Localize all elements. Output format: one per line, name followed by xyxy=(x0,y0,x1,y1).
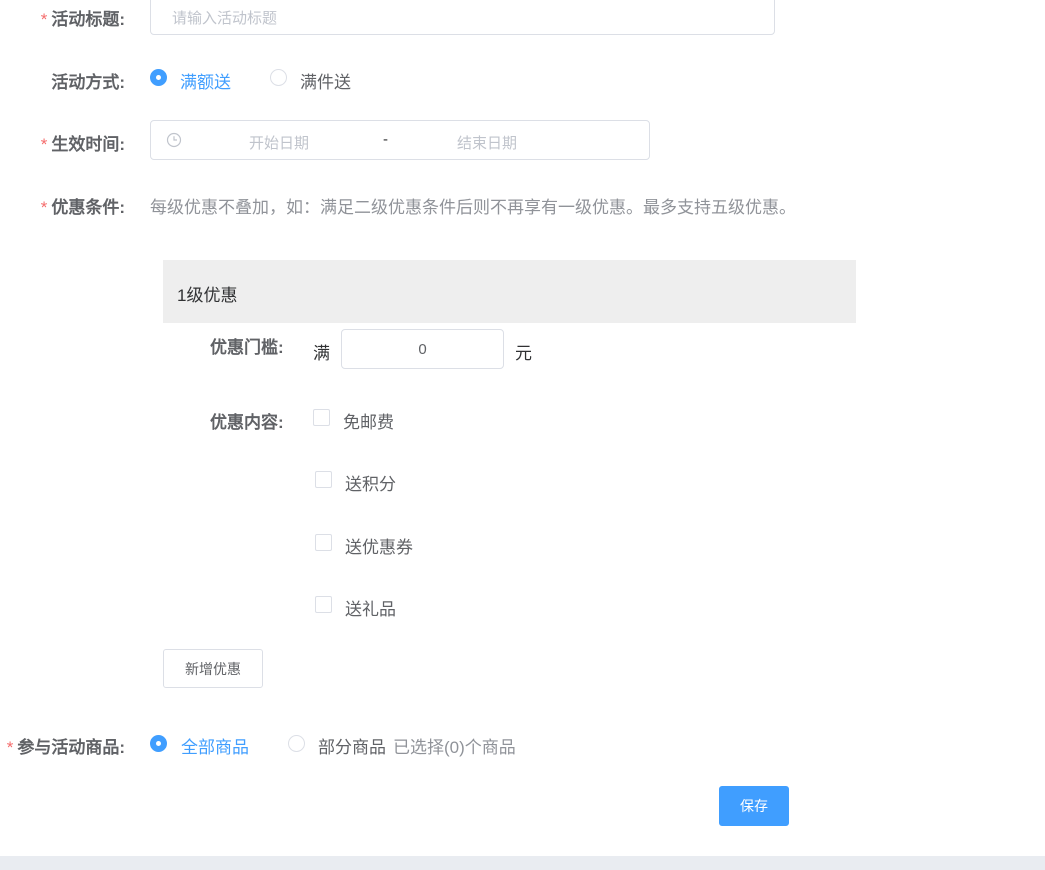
method-radio-full-count[interactable] xyxy=(270,69,287,86)
send-gift-checkbox[interactable] xyxy=(315,596,332,613)
method-label: 活动方式: xyxy=(51,73,125,92)
method-radio-full-amount[interactable] xyxy=(150,69,167,86)
add-tier-button[interactable]: 新增优惠 xyxy=(163,649,263,688)
products-radio-all[interactable] xyxy=(150,735,167,752)
threshold-suffix: 元 xyxy=(515,344,532,363)
title-label: * 活动标题: xyxy=(40,10,125,29)
selected-products-count[interactable]: 已选择(0)个商品 xyxy=(393,733,516,758)
send-coupon-label[interactable]: 送优惠券 xyxy=(345,533,413,558)
required-mark: * xyxy=(40,198,48,217)
products-option-all[interactable]: 全部商品 xyxy=(181,733,249,758)
effective-time-label: * 生效时间: xyxy=(40,135,125,154)
title-placeholder: 请输入活动标题 xyxy=(172,10,278,27)
method-option-full-count[interactable]: 满件送 xyxy=(300,68,351,93)
clock-icon xyxy=(166,132,182,148)
products-option-partial[interactable]: 部分商品 xyxy=(318,733,386,758)
start-date-input[interactable]: 开始日期 xyxy=(249,132,309,153)
send-points-label[interactable]: 送积分 xyxy=(345,470,396,495)
end-date-input[interactable]: 结束日期 xyxy=(457,132,517,153)
free-shipping-label[interactable]: 免邮费 xyxy=(343,408,394,433)
tier-title: 1级优惠 xyxy=(177,286,238,305)
conditions-label: * 优惠条件: xyxy=(40,198,125,217)
send-points-checkbox[interactable] xyxy=(315,471,332,488)
tier-header: 1级优惠 xyxy=(163,260,856,323)
content-label: 优惠内容: xyxy=(210,413,284,432)
date-range-picker[interactable]: 开始日期 - 结束日期 xyxy=(150,120,650,160)
required-mark: * xyxy=(40,10,48,29)
send-gift-label[interactable]: 送礼品 xyxy=(345,595,396,620)
threshold-input[interactable]: 0 xyxy=(341,329,504,369)
threshold-value: 0 xyxy=(418,341,427,358)
threshold-prefix: 满 xyxy=(313,344,330,363)
threshold-label: 优惠门槛: xyxy=(210,338,284,357)
title-input[interactable]: 请输入活动标题 xyxy=(150,0,775,35)
conditions-hint: 每级优惠不叠加，如：满足二级优惠条件后则不再享有一级优惠。最多支持五级优惠。 xyxy=(150,198,796,217)
footer-bar xyxy=(0,856,1045,870)
required-mark: * xyxy=(6,738,14,757)
method-option-full-amount[interactable]: 满额送 xyxy=(180,68,231,93)
date-separator: - xyxy=(383,131,388,148)
send-coupon-checkbox[interactable] xyxy=(315,534,332,551)
required-mark: * xyxy=(40,135,48,154)
save-button[interactable]: 保存 xyxy=(719,786,789,826)
products-label: * 参与活动商品: xyxy=(6,738,125,757)
products-radio-partial[interactable] xyxy=(288,735,305,752)
free-shipping-checkbox[interactable] xyxy=(313,409,330,426)
